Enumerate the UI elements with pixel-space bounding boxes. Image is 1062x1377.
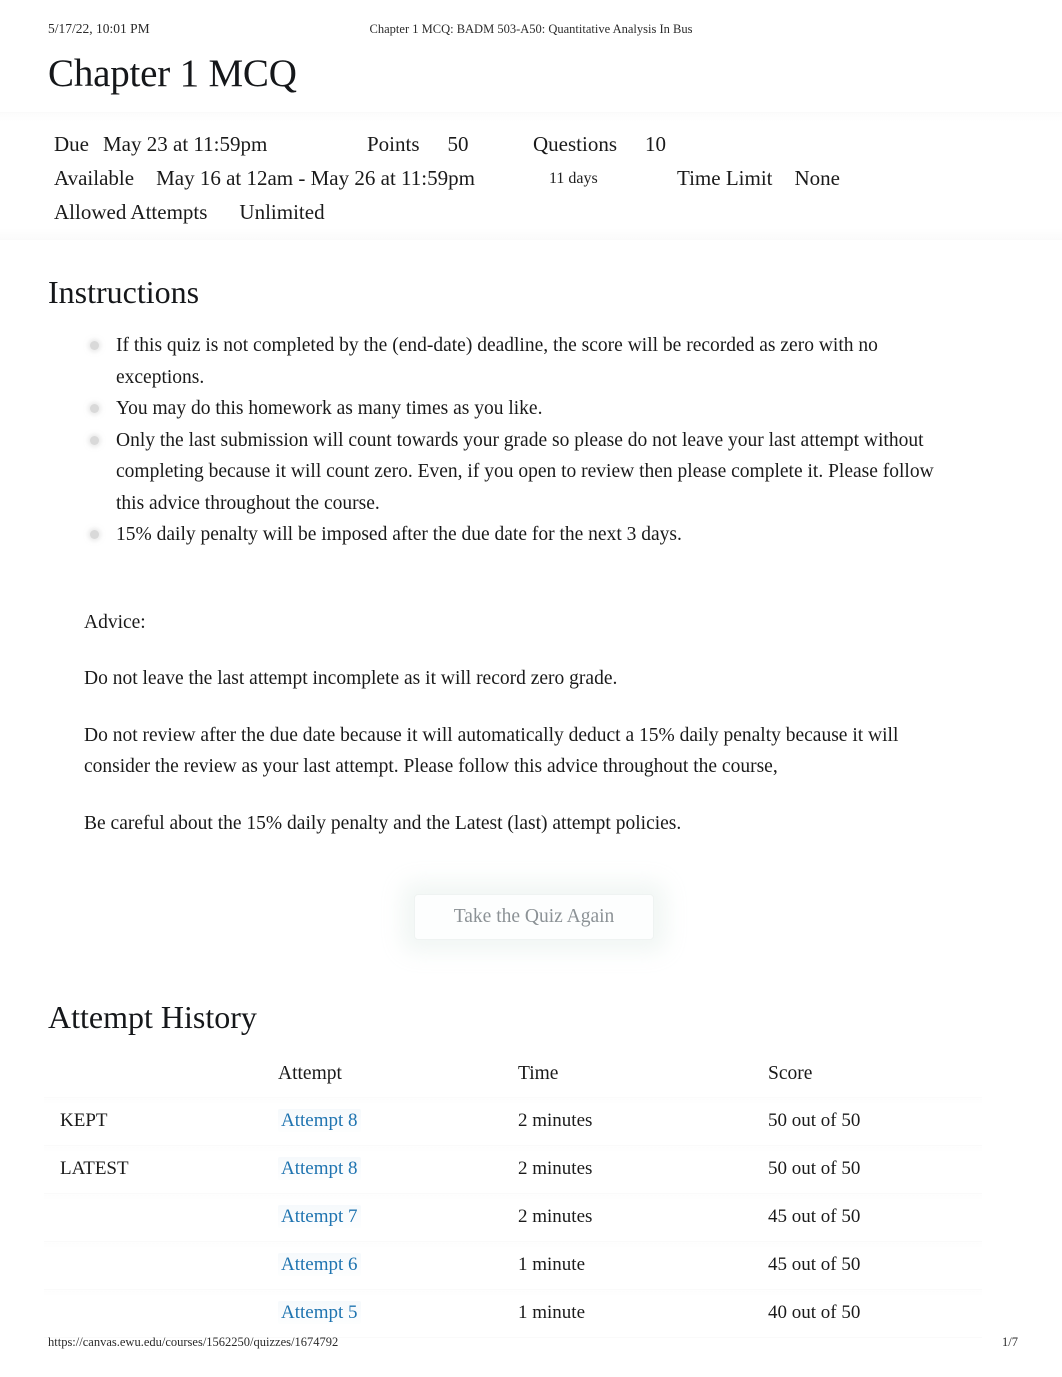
- attempt-cell: Attempt 7: [278, 1193, 518, 1242]
- detail-row-due: Due May 23 at 11:59pm Points 50 Questions 1…: [0, 127, 1062, 161]
- table-row: Attempt 5 1 minute 40 out of 50: [44, 1289, 982, 1338]
- list-item-text: Only the last submission will count towa…: [116, 429, 934, 514]
- advice-paragraph: Be careful about the 15% daily penalty a…: [84, 812, 682, 834]
- attempt-cell: Attempt 8: [278, 1145, 518, 1194]
- attempt-time: 2 minutes: [518, 1097, 768, 1146]
- attempt-score: 40 out of 50: [768, 1289, 982, 1338]
- attempt-score: 50 out of 50: [768, 1145, 982, 1194]
- bullet-icon: [90, 404, 99, 413]
- table-row: KEPT Attempt 8 2 minutes 50 out of 50: [44, 1097, 982, 1146]
- points-label: Points: [367, 132, 420, 156]
- attempt-cell: Attempt 8: [278, 1097, 518, 1146]
- attempt-marker: LATEST: [44, 1145, 278, 1194]
- attempt-link[interactable]: Attempt 6: [278, 1253, 361, 1276]
- bullet-icon: [90, 341, 99, 350]
- list-item: 15% daily penalty will be imposed after …: [0, 519, 1062, 551]
- detail-row-available: Available May 16 at 12am - May 26 at 11:5…: [0, 161, 1062, 195]
- attempt-history-heading: Attempt History: [48, 999, 257, 1035]
- table-header-row: Attempt Time Score: [44, 1061, 982, 1098]
- bullet-icon: [90, 435, 99, 445]
- detail-time-limit: Time Limit None: [677, 161, 840, 195]
- attempt-score: 45 out of 50: [768, 1193, 982, 1242]
- time-limit-value: None: [794, 166, 841, 190]
- attempt-time: 1 minute: [518, 1289, 768, 1338]
- questions-label: Questions: [533, 132, 617, 156]
- quiz-details-block: Due May 23 at 11:59pm Points 50 Questions 1…: [0, 112, 1062, 240]
- attempt-marker: [44, 1193, 278, 1242]
- list-item-text: You may do this homework as many times a…: [116, 398, 543, 419]
- attempt-time: 2 minutes: [518, 1193, 768, 1242]
- attempt-link[interactable]: Attempt 8: [278, 1109, 361, 1132]
- column-header-attempt: Attempt: [278, 1061, 518, 1098]
- attempt-time: 2 minutes: [518, 1145, 768, 1194]
- table-row: Attempt 6 1 minute 45 out of 50: [44, 1241, 982, 1290]
- attempt-cell: Attempt 5: [278, 1289, 518, 1338]
- allowed-attempts-value: Unlimited: [239, 200, 325, 224]
- due-value: May 23 at 11:59pm: [103, 132, 268, 156]
- table-body: KEPT Attempt 8 2 minutes 50 out of 50 LA…: [44, 1097, 982, 1338]
- detail-points: Points 50: [367, 127, 469, 161]
- available-label: Available: [54, 166, 135, 190]
- page-url: https://canvas.ewu.edu/courses/1562250/q…: [48, 1335, 339, 1349]
- page-number: 1/7: [1002, 1335, 1018, 1349]
- attempt-link[interactable]: Attempt 8: [278, 1157, 361, 1180]
- attempt-marker: [44, 1289, 278, 1338]
- print-footer: https://canvas.ewu.edu/courses/1562250/q…: [0, 1335, 1062, 1353]
- questions-value: 10: [645, 132, 666, 156]
- quiz-actions: Take the Quiz Again: [0, 879, 1062, 971]
- available-value: May 16 at 12am - May 26 at 11:59pm: [156, 166, 475, 190]
- attempt-link[interactable]: Attempt 7: [278, 1205, 361, 1228]
- column-header-marker: [44, 1061, 278, 1098]
- table-row: Attempt 7 2 minutes 45 out of 50: [44, 1193, 982, 1242]
- advice-paragraph: Do not review after the due date because…: [84, 724, 899, 778]
- table-header: Attempt Time Score: [44, 1061, 982, 1098]
- attempt-cell: Attempt 6: [278, 1241, 518, 1290]
- list-item: If this quiz is not completed by the (en…: [0, 330, 1062, 393]
- attempt-marker: KEPT: [44, 1097, 278, 1146]
- points-value: 50: [447, 132, 469, 156]
- list-item: Only the last submission will count towa…: [0, 425, 1062, 520]
- allowed-attempts-label: Allowed Attempts: [54, 200, 208, 224]
- detail-questions: Questions 10: [533, 127, 666, 161]
- attempt-time: 1 minute: [518, 1241, 768, 1290]
- list-item: You may do this homework as many times a…: [0, 393, 1062, 425]
- list-item-text: If this quiz is not completed by the (en…: [116, 335, 878, 388]
- instructions-heading: Instructions: [48, 274, 200, 310]
- page-content: Chapter 1 MCQ Due May 23 at 11:59pm Point…: [0, 48, 1062, 1338]
- attempt-link[interactable]: Attempt 5: [278, 1301, 361, 1324]
- column-header-score: Score: [768, 1061, 982, 1098]
- advice-paragraph: Do not leave the last attempt incomplete…: [84, 668, 618, 689]
- advice-block: Advice: Do not leave the last attempt in…: [0, 607, 1062, 840]
- instructions-list: If this quiz is not completed by the (en…: [0, 330, 1062, 551]
- time-limit-label: Time Limit: [677, 166, 773, 190]
- detail-row-allowed-attempts: Allowed Attempts Unlimited: [0, 195, 1062, 229]
- bullet-icon: [90, 530, 99, 539]
- attempt-history-section: Attempt History Attempt Time Score KEPT …: [0, 995, 1062, 1338]
- due-label: Due: [54, 132, 89, 156]
- take-the-quiz-again-button[interactable]: Take the Quiz Again: [414, 894, 654, 940]
- advice-paragraph: Advice:: [84, 611, 146, 633]
- column-header-time: Time: [518, 1061, 768, 1098]
- table-row: LATEST Attempt 8 2 minutes 50 out of 50: [44, 1145, 982, 1194]
- attempt-score: 45 out of 50: [768, 1241, 982, 1290]
- available-duration: 11 days: [549, 170, 598, 187]
- print-document-title: Chapter 1 MCQ: BADM 503-A50: Quantitativ…: [369, 22, 693, 36]
- instructions-section: Instructions If this quiz is not complet…: [0, 270, 1062, 839]
- attempt-history-table: Attempt Time Score KEPT Attempt 8 2 minu…: [44, 1061, 982, 1338]
- print-header: 5/17/22, 10:01 PM Chapter 1 MCQ: BADM 50…: [0, 21, 1062, 41]
- page-title: Chapter 1 MCQ: [48, 52, 297, 95]
- attempt-marker: [44, 1241, 278, 1290]
- attempt-score: 50 out of 50: [768, 1097, 982, 1146]
- list-item-text: 15% daily penalty will be imposed after …: [116, 524, 682, 545]
